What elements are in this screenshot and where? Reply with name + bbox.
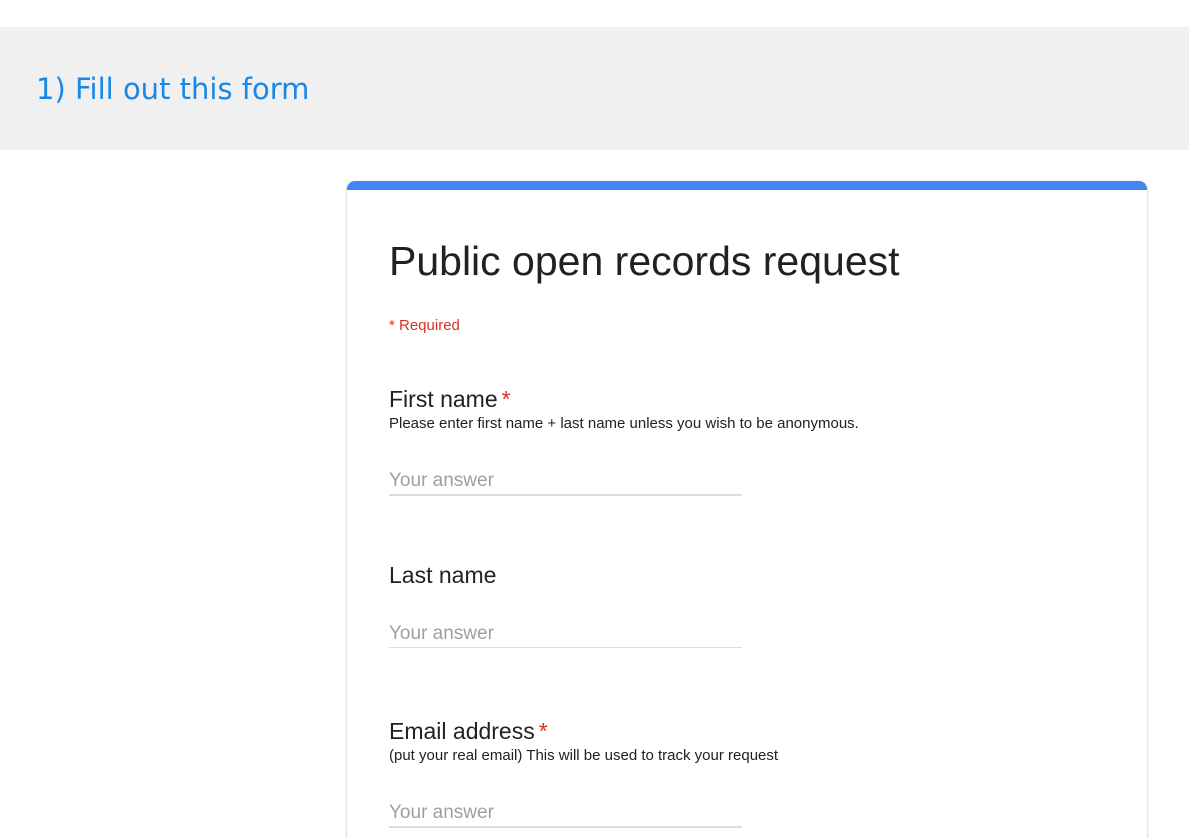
question-title: First name	[389, 386, 498, 412]
page: 1) Fill out this form Public open record…	[0, 0, 1189, 838]
form-card-accent-bar	[347, 181, 1147, 190]
required-asterisk: *	[538, 718, 548, 744]
question-label: Last name	[389, 561, 1109, 589]
form-title: Public open records request	[389, 238, 900, 284]
question-help-text: Please enter first name + last name unle…	[389, 415, 859, 432]
question-label: Email address *	[389, 717, 1109, 745]
banner-title: 1) Fill out this form	[36, 72, 310, 106]
required-note: * Required	[389, 317, 460, 334]
question-email-address: Email address * (put your real email) Thi…	[389, 717, 1109, 828]
required-asterisk: *	[501, 386, 511, 412]
question-first-name: First name * Please enter first name + la…	[389, 385, 1109, 496]
form-card: Public open records request * Required F…	[347, 181, 1147, 838]
question-label: First name *	[389, 385, 1109, 413]
question-help-text: (put your real email) This will be used …	[389, 747, 779, 764]
email-address-input[interactable]	[389, 800, 742, 828]
question-last-name: Last name	[389, 561, 1109, 648]
question-title: Email address	[389, 718, 535, 744]
last-name-input[interactable]	[389, 620, 742, 648]
first-name-input[interactable]	[389, 468, 742, 496]
question-title: Last name	[389, 562, 497, 588]
